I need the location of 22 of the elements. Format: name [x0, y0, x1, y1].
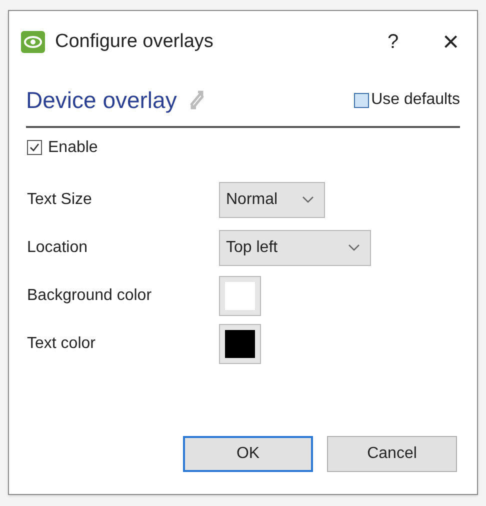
field-label: Background color: [27, 286, 153, 306]
color-swatch[interactable]: [219, 324, 261, 364]
field-label: Text Size: [27, 190, 93, 210]
field-label: Location: [27, 238, 88, 258]
check-icon: [29, 142, 40, 153]
chevron-down-icon: [348, 244, 360, 252]
dialog-button[interactable]: OK: [183, 436, 313, 472]
window-title: Configure overlays: [55, 30, 214, 54]
eye-icon: [21, 31, 45, 53]
checkbox[interactable]: [354, 92, 370, 108]
color-swatch[interactable]: [219, 276, 261, 316]
enable-label[interactable]: Enable: [48, 136, 98, 160]
dialog-button[interactable]: Cancel: [327, 436, 457, 472]
use-defaults-label[interactable]: Use defaults: [371, 88, 460, 112]
dropdown[interactable]: Top left: [219, 230, 371, 266]
section-heading: Device overlay: [26, 86, 177, 115]
chevron-down-icon: [302, 196, 314, 204]
close-button[interactable]: ×: [442, 28, 459, 56]
checkbox[interactable]: [27, 140, 42, 155]
help-button[interactable]: ?: [388, 27, 399, 57]
dropdown[interactable]: Normal: [219, 182, 325, 218]
field-label: Text color: [27, 334, 96, 354]
